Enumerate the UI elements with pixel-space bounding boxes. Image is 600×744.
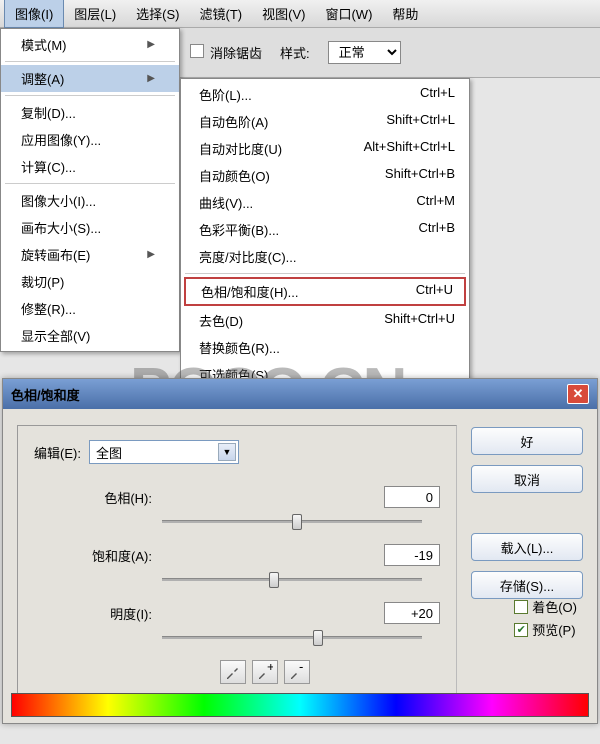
adjust-curves[interactable]: 曲线(V)...Ctrl+M bbox=[181, 189, 469, 216]
menubar: 图像(I) 图层(L) 选择(S) 滤镜(T) 视图(V) 窗口(W) 帮助 bbox=[0, 0, 600, 28]
hue-slider[interactable] bbox=[162, 512, 422, 530]
menu-reveal-all[interactable]: 显示全部(V) bbox=[1, 322, 179, 349]
menu-image[interactable]: 图像(I) bbox=[4, 0, 64, 28]
menu-layer[interactable]: 图层(L) bbox=[64, 0, 126, 27]
adjust-submenu: 色阶(L)...Ctrl+L 自动色阶(A)Shift+Ctrl+L 自动对比度… bbox=[180, 78, 470, 391]
menu-adjust[interactable]: 调整(A)▶ bbox=[1, 65, 179, 92]
lightness-label: 明度(I): bbox=[62, 604, 152, 623]
adjust-desaturate[interactable]: 去色(D)Shift+Ctrl+U bbox=[181, 307, 469, 334]
edit-combo[interactable]: 全图 ▼ bbox=[89, 440, 239, 464]
eyedropper-icon[interactable] bbox=[220, 660, 246, 684]
menu-select[interactable]: 选择(S) bbox=[126, 0, 189, 27]
edit-label: 编辑(E): bbox=[34, 443, 81, 462]
submenu-arrow-icon: ▶ bbox=[147, 73, 155, 84]
ok-button[interactable]: 好 bbox=[471, 427, 583, 455]
options-bar: 消除锯齿 样式: 正常 bbox=[180, 28, 600, 78]
saturation-label: 饱和度(A): bbox=[62, 546, 152, 565]
menu-image-size[interactable]: 图像大小(I)... bbox=[1, 187, 179, 214]
menu-separator bbox=[185, 273, 465, 274]
menu-mode[interactable]: 模式(M)▶ bbox=[1, 31, 179, 58]
chevron-down-icon: ▼ bbox=[218, 443, 236, 461]
menu-separator bbox=[5, 61, 175, 62]
close-button[interactable]: ✕ bbox=[567, 384, 589, 404]
saturation-value[interactable] bbox=[384, 544, 440, 566]
adjust-auto-levels[interactable]: 自动色阶(A)Shift+Ctrl+L bbox=[181, 108, 469, 135]
svg-text:+: + bbox=[267, 664, 273, 674]
dialog-main-panel: 编辑(E): 全图 ▼ 色相(H): 饱和度(A): 明度(I): bbox=[17, 425, 457, 709]
preview-checkbox[interactable]: ✔预览(P) bbox=[514, 620, 577, 639]
color-spectrum bbox=[11, 693, 589, 717]
menu-trim[interactable]: 修整(R)... bbox=[1, 295, 179, 322]
menu-duplicate[interactable]: 复制(D)... bbox=[1, 99, 179, 126]
menu-rotate-canvas[interactable]: 旋转画布(E)▶ bbox=[1, 241, 179, 268]
lightness-value[interactable] bbox=[384, 602, 440, 624]
submenu-arrow-icon: ▶ bbox=[147, 249, 155, 260]
hue-saturation-dialog: 色相/饱和度 ✕ 编辑(E): 全图 ▼ 色相(H): 饱和度(A): bbox=[2, 378, 598, 724]
dialog-titlebar[interactable]: 色相/饱和度 ✕ bbox=[3, 379, 597, 409]
eyedropper-add-icon[interactable]: + bbox=[252, 660, 278, 684]
menu-window[interactable]: 窗口(W) bbox=[315, 0, 382, 27]
adjust-color-balance[interactable]: 色彩平衡(B)...Ctrl+B bbox=[181, 216, 469, 243]
cancel-button[interactable]: 取消 bbox=[471, 465, 583, 493]
save-button[interactable]: 存储(S)... bbox=[471, 571, 583, 599]
adjust-hue-saturation[interactable]: 色相/饱和度(H)...Ctrl+U bbox=[184, 277, 466, 306]
menu-filter[interactable]: 滤镜(T) bbox=[190, 0, 253, 27]
adjust-brightness-contrast[interactable]: 亮度/对比度(C)... bbox=[181, 243, 469, 270]
image-dropdown: 模式(M)▶ 调整(A)▶ 复制(D)... 应用图像(Y)... 计算(C).… bbox=[0, 28, 180, 352]
eyedropper-subtract-icon[interactable]: - bbox=[284, 660, 310, 684]
hue-label: 色相(H): bbox=[62, 488, 152, 507]
style-select[interactable]: 正常 bbox=[328, 41, 401, 64]
submenu-arrow-icon: ▶ bbox=[147, 39, 155, 50]
saturation-slider[interactable] bbox=[162, 570, 422, 588]
dialog-side-panel: 好 取消 载入(L)... 存储(S)... bbox=[471, 425, 583, 709]
lightness-slider[interactable] bbox=[162, 628, 422, 646]
menu-canvas-size[interactable]: 画布大小(S)... bbox=[1, 214, 179, 241]
hue-value[interactable] bbox=[384, 486, 440, 508]
antialias-checkbox bbox=[190, 44, 204, 58]
svg-text:-: - bbox=[299, 664, 303, 674]
dialog-title: 色相/饱和度 bbox=[11, 385, 80, 404]
adjust-levels[interactable]: 色阶(L)...Ctrl+L bbox=[181, 81, 469, 108]
load-button[interactable]: 载入(L)... bbox=[471, 533, 583, 561]
menu-view[interactable]: 视图(V) bbox=[252, 0, 315, 27]
adjust-auto-color[interactable]: 自动颜色(O)Shift+Ctrl+B bbox=[181, 162, 469, 189]
antialias-option: 消除锯齿 bbox=[190, 43, 262, 62]
menu-apply-image[interactable]: 应用图像(Y)... bbox=[1, 126, 179, 153]
menu-help[interactable]: 帮助 bbox=[382, 0, 428, 27]
adjust-auto-contrast[interactable]: 自动对比度(U)Alt+Shift+Ctrl+L bbox=[181, 135, 469, 162]
menu-separator bbox=[5, 183, 175, 184]
style-label: 样式: bbox=[280, 43, 310, 62]
menu-calculations[interactable]: 计算(C)... bbox=[1, 153, 179, 180]
menu-separator bbox=[5, 95, 175, 96]
menu-crop[interactable]: 裁切(P) bbox=[1, 268, 179, 295]
colorize-checkbox[interactable]: 着色(O) bbox=[514, 597, 577, 616]
